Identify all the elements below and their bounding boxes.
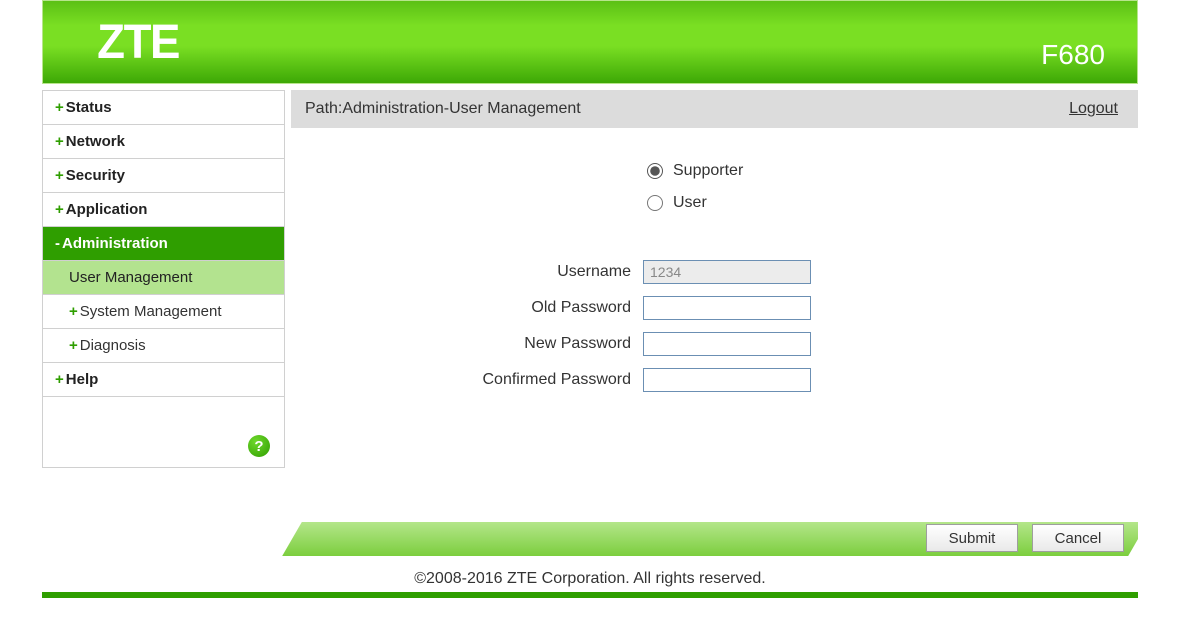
sidebar: +Status +Network +Security +Application … [42, 90, 285, 468]
sidebar-footer: ? [43, 397, 284, 467]
sidebar-item-label: User Management [69, 269, 192, 286]
sidebar-item-label: Status [66, 99, 112, 116]
page-container: ZTE F680 +Status +Network +Security +App… [42, 0, 1138, 598]
sidebar-item-label: Security [66, 167, 125, 184]
button-bar: Submit Cancel [926, 524, 1124, 552]
header-bar: ZTE F680 [42, 0, 1138, 84]
logo: ZTE [97, 15, 179, 70]
path-bar: Path:Administration-User Management Logo… [291, 90, 1138, 128]
form-area: Supporter User Username Old Password [291, 128, 1138, 414]
old-password-input[interactable] [643, 296, 811, 320]
main-content: Path:Administration-User Management Logo… [291, 90, 1138, 490]
submit-button[interactable]: Submit [926, 524, 1018, 552]
role-radio-group: Supporter User [647, 162, 1118, 212]
cancel-button[interactable]: Cancel [1032, 524, 1124, 552]
field-row-username: Username [311, 260, 1118, 284]
expand-icon: + [55, 167, 64, 184]
radio-user-input[interactable] [647, 195, 663, 211]
field-row-newpw: New Password [311, 332, 1118, 356]
copyright-text: ©2008-2016 ZTE Corporation. All rights r… [42, 556, 1138, 592]
expand-icon: + [69, 337, 78, 354]
sidebar-sub-diagnosis[interactable]: +Diagnosis [43, 329, 284, 363]
sidebar-sub-system-management[interactable]: +System Management [43, 295, 284, 329]
sidebar-item-help[interactable]: +Help [43, 363, 284, 397]
model-label: F680 [1041, 39, 1105, 83]
sidebar-item-security[interactable]: +Security [43, 159, 284, 193]
collapse-icon: - [55, 235, 60, 252]
sidebar-item-label: Network [66, 133, 125, 150]
field-row-confpw: Confirmed Password [311, 368, 1118, 392]
logout-link[interactable]: Logout [1069, 100, 1118, 118]
sidebar-item-label: Help [66, 371, 99, 388]
expand-icon: + [69, 303, 78, 320]
radio-label: Supporter [673, 162, 743, 180]
sidebar-sub-user-management[interactable]: User Management [43, 261, 284, 295]
sidebar-item-network[interactable]: +Network [43, 125, 284, 159]
body-row: +Status +Network +Security +Application … [42, 90, 1138, 490]
sidebar-item-application[interactable]: +Application [43, 193, 284, 227]
radio-user[interactable]: User [647, 194, 1118, 212]
newpw-label: New Password [311, 335, 643, 353]
radio-label: User [673, 194, 707, 212]
radio-supporter[interactable]: Supporter [647, 162, 1118, 180]
sidebar-item-status[interactable]: +Status [43, 91, 284, 125]
confirmed-password-input[interactable] [643, 368, 811, 392]
sidebar-item-label: System Management [80, 303, 222, 320]
radio-supporter-input[interactable] [647, 163, 663, 179]
sidebar-item-label: Application [66, 201, 148, 218]
new-password-input[interactable] [643, 332, 811, 356]
field-row-oldpw: Old Password [311, 296, 1118, 320]
username-label: Username [311, 263, 643, 281]
sidebar-item-label: Administration [62, 235, 168, 252]
oldpw-label: Old Password [311, 299, 643, 317]
expand-icon: + [55, 133, 64, 150]
help-icon[interactable]: ? [248, 435, 270, 457]
sidebar-item-label: Diagnosis [80, 337, 146, 354]
bottom-strip: Submit Cancel ©2008-2016 ZTE Corporation… [42, 522, 1138, 598]
expand-icon: + [55, 201, 64, 218]
confpw-label: Confirmed Password [311, 371, 643, 389]
username-input[interactable] [643, 260, 811, 284]
footer-green-bar [42, 592, 1138, 598]
sidebar-item-administration[interactable]: -Administration [43, 227, 284, 261]
expand-icon: + [55, 371, 64, 388]
expand-icon: + [55, 99, 64, 116]
breadcrumb: Path:Administration-User Management [305, 100, 581, 118]
green-strip: Submit Cancel [42, 522, 1138, 556]
